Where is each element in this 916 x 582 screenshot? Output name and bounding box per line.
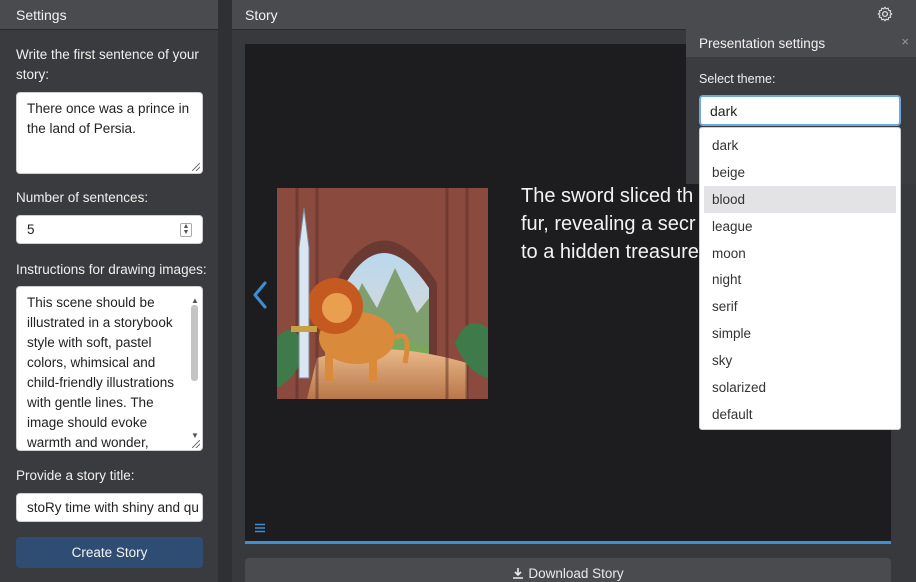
story-panel-title: Story [245,6,278,23]
menu-icon[interactable] [254,522,266,534]
presentation-settings-header: Presentation settings × [686,29,916,57]
theme-option-simple[interactable]: simple [704,320,896,347]
app-window: Settings Write the first sentence of you… [0,0,916,582]
theme-option-dark[interactable]: dark [704,132,896,159]
story-illustration [277,188,488,399]
num-sentences-label: Number of sentences: [16,190,149,205]
instructions-label: Instructions for drawing images: [16,262,207,277]
download-icon [513,568,524,579]
resize-grip-icon[interactable] [192,163,200,171]
first-sentence-textarea[interactable]: There once was a prince in the land of P… [16,92,203,174]
story-title-value: stoRy time with shiny and qu [27,500,199,515]
num-sentences-value: 5 [27,222,35,237]
gear-icon[interactable] [877,6,893,22]
download-story-button[interactable]: Download Story [245,558,891,582]
first-sentence-label: Write the first sentence of your story: [16,47,199,82]
first-sentence-text: There once was a prince in the land of P… [27,101,190,136]
resize-grip-icon[interactable] [192,440,200,448]
theme-option-solarized[interactable]: solarized [704,374,896,401]
theme-option-beige[interactable]: beige [704,159,896,186]
story-title-input[interactable]: stoRy time with shiny and qu [16,493,203,522]
theme-option-night[interactable]: night [704,266,896,293]
instructions-text: This scene should be illustrated in a st… [27,295,175,450]
theme-select-input[interactable]: dark [699,95,901,126]
theme-dropdown-list: dark beige blood league moon night serif… [699,127,901,430]
close-icon[interactable]: × [901,34,909,49]
theme-option-blood[interactable]: blood [704,185,896,213]
create-story-button[interactable]: Create Story [16,537,203,568]
select-theme-label: Select theme: [699,72,776,86]
settings-panel: Settings Write the first sentence of you… [0,0,218,582]
story-title-label: Provide a story title: [16,468,135,483]
slide-progress-bar [245,541,891,544]
presentation-settings-title: Presentation settings [699,35,826,51]
theme-option-sky[interactable]: sky [704,347,896,374]
scroll-thumb[interactable] [191,305,198,381]
spinner-icon[interactable]: ▲ ▼ [180,223,192,237]
instructions-textarea[interactable]: This scene should be illustrated in a st… [16,286,203,451]
theme-option-default[interactable]: default [704,401,896,428]
theme-option-moon[interactable]: moon [704,240,896,267]
settings-panel-title: Settings [0,0,218,30]
instructions-scrollbar[interactable]: ▲ ▼ [189,291,200,446]
num-sentences-input[interactable]: 5 ▲ ▼ [16,215,203,244]
theme-select-value: dark [710,102,738,119]
chevron-left-icon[interactable] [250,280,270,310]
download-story-label: Download Story [528,565,624,581]
theme-option-serif[interactable]: serif [704,293,896,320]
theme-option-league[interactable]: league [704,213,896,240]
story-panel-header: Story [232,0,916,30]
